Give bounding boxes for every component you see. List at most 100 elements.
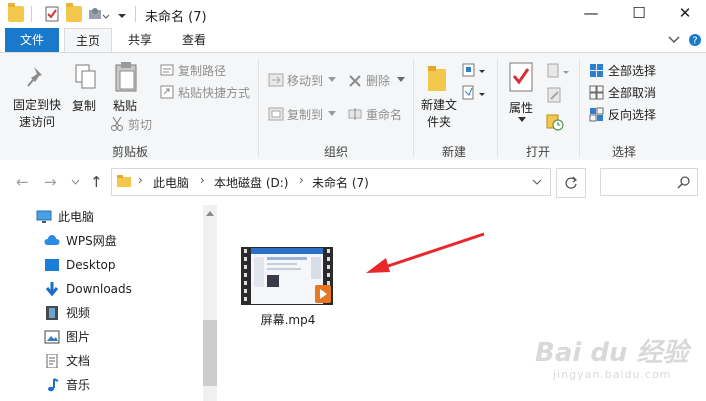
select-all-icon	[590, 64, 603, 77]
move-to-button[interactable]: 移动到	[287, 72, 323, 89]
select-none-button[interactable]: 全部取消	[608, 84, 656, 101]
paste-button[interactable]: 粘贴	[113, 97, 137, 114]
ribbon-tab-bar: 文件 主页 共享 查看 ?	[0, 28, 706, 53]
sidebar-item-music[interactable]: 音乐	[0, 373, 200, 397]
refresh-button[interactable]	[556, 168, 586, 198]
paste-icon	[115, 62, 137, 92]
sidebar-item-pictures[interactable]: 图片	[0, 325, 200, 349]
chevron-down-icon[interactable]	[668, 36, 680, 44]
breadcrumb-local-disk[interactable]: 本地磁盘 (D:)	[214, 174, 288, 191]
rename-button[interactable]: 重命名	[366, 106, 402, 123]
tab-file[interactable]: 文件	[5, 28, 59, 52]
tab-home[interactable]: 主页	[64, 28, 112, 53]
sidebar-item-wps-cloud[interactable]: WPS网盘	[0, 229, 200, 253]
pin-to-quick-access-button[interactable]: 固定到快速访问	[12, 97, 62, 131]
rename-icon	[348, 108, 362, 120]
breadcrumb-this-pc[interactable]: 此电脑	[153, 174, 189, 191]
paste-shortcut-icon	[160, 85, 174, 99]
scroll-up-icon[interactable]	[206, 210, 214, 216]
divider	[135, 6, 136, 22]
breadcrumb-current-folder[interactable]: 未命名 (7)	[312, 174, 369, 191]
chevron-down-icon[interactable]	[71, 179, 80, 185]
breadcrumb-separator: ›	[138, 173, 143, 187]
desktop-icon	[45, 259, 59, 271]
properties-button[interactable]: 属性	[509, 99, 533, 116]
group-divider	[497, 59, 498, 157]
ribbon: 固定到快速访问 复制 粘贴 复制路径 粘贴快捷方式 剪切 剪贴板 移动到 复制到…	[0, 52, 706, 161]
paste-shortcut-button[interactable]: 粘贴快捷方式	[178, 84, 250, 101]
sidebar-item-label: 图片	[66, 330, 91, 344]
new-folder-icon	[428, 66, 446, 91]
sidebar-item-documents[interactable]: 文档	[0, 349, 200, 373]
new-item-icon[interactable]	[462, 62, 486, 78]
divider	[31, 6, 32, 22]
help-icon[interactable]: ?	[688, 33, 702, 47]
scissors-icon	[111, 116, 123, 131]
sidebar-item-label: 文档	[66, 354, 91, 368]
tab-share[interactable]: 共享	[116, 28, 164, 52]
history-icon[interactable]	[546, 113, 564, 131]
sidebar-item-downloads[interactable]: Downloads	[0, 277, 200, 301]
copy-button[interactable]: 复制	[72, 97, 96, 114]
delete-button[interactable]: 删除	[366, 72, 390, 89]
customize-quick-access-icon[interactable]	[88, 6, 110, 22]
cut-button[interactable]: 剪切	[128, 116, 152, 133]
chevron-down-icon	[328, 77, 336, 82]
sidebar-item-label: Desktop	[66, 258, 116, 272]
new-folder-button[interactable]: 新建文件夹	[420, 97, 458, 131]
folder-icon	[117, 175, 131, 187]
copy-to-button[interactable]: 复制到	[287, 106, 323, 123]
group-divider	[258, 59, 259, 157]
edit-icon[interactable]	[546, 87, 562, 103]
svg-text:?: ?	[692, 36, 697, 47]
copy-icon	[75, 64, 96, 89]
open-group-label: 打开	[525, 145, 550, 159]
navigation-pane: 此电脑 WPS网盘 Desktop Downloads 视频 图片 文档 音乐	[0, 205, 218, 401]
pin-icon	[27, 67, 42, 87]
sidebar-item-label: 视频	[66, 306, 91, 320]
group-divider	[579, 59, 580, 157]
folder-icon	[8, 3, 24, 22]
properties-check-icon[interactable]	[44, 6, 60, 22]
delete-x-icon	[349, 75, 361, 87]
sidebar-item-label: WPS网盘	[66, 234, 117, 248]
select-none-icon	[589, 85, 604, 100]
up-arrow-icon[interactable]: ↑	[90, 173, 103, 191]
music-note-icon	[48, 378, 59, 392]
scrollbar-thumb[interactable]	[203, 320, 217, 386]
close-button[interactable]: ✕	[662, 0, 706, 28]
watermark-logo: Bai du 经验	[535, 338, 689, 368]
sidebar-item-videos[interactable]: 视频	[0, 301, 200, 325]
sidebar-item-desktop[interactable]: Desktop	[0, 253, 200, 277]
clipboard-group-label: 剪贴板	[111, 145, 148, 159]
sidebar-item-this-pc[interactable]: 此电脑	[0, 205, 200, 229]
forward-arrow-icon[interactable]: →	[44, 173, 57, 191]
maximize-button[interactable]: ☐	[616, 0, 662, 28]
chevron-down-icon	[518, 117, 526, 122]
copy-path-button[interactable]: 复制路径	[178, 62, 226, 79]
new-group-label: 新建	[441, 145, 466, 159]
chevron-down-icon	[397, 77, 405, 82]
select-all-button[interactable]: 全部选择	[608, 62, 656, 79]
search-input[interactable]	[600, 168, 698, 196]
download-arrow-icon	[45, 282, 59, 296]
minimize-button[interactable]: —	[568, 0, 614, 28]
film-icon	[46, 306, 58, 320]
chevron-down-icon[interactable]	[532, 179, 542, 185]
move-to-icon	[268, 73, 284, 87]
new-folder-icon[interactable]	[66, 3, 82, 22]
video-thumbnail-icon[interactable]	[241, 247, 333, 305]
invert-selection-icon	[589, 107, 604, 122]
open-icon[interactable]	[546, 63, 570, 79]
address-bar[interactable]: › 此电脑 › 本地磁盘 (D:) › 未命名 (7)	[111, 168, 551, 196]
back-arrow-icon[interactable]: ←	[16, 173, 29, 191]
tab-view[interactable]: 查看	[170, 28, 218, 52]
chevron-down-icon[interactable]	[117, 6, 127, 22]
watermark-url: jingyan.baidu.com	[553, 368, 672, 381]
breadcrumb-separator: ›	[299, 173, 304, 187]
easy-access-icon[interactable]	[462, 85, 486, 101]
copy-to-icon	[268, 107, 284, 121]
sidebar-item-label: 音乐	[66, 378, 91, 392]
chevron-down-icon	[328, 111, 336, 116]
invert-selection-button[interactable]: 反向选择	[608, 106, 656, 123]
